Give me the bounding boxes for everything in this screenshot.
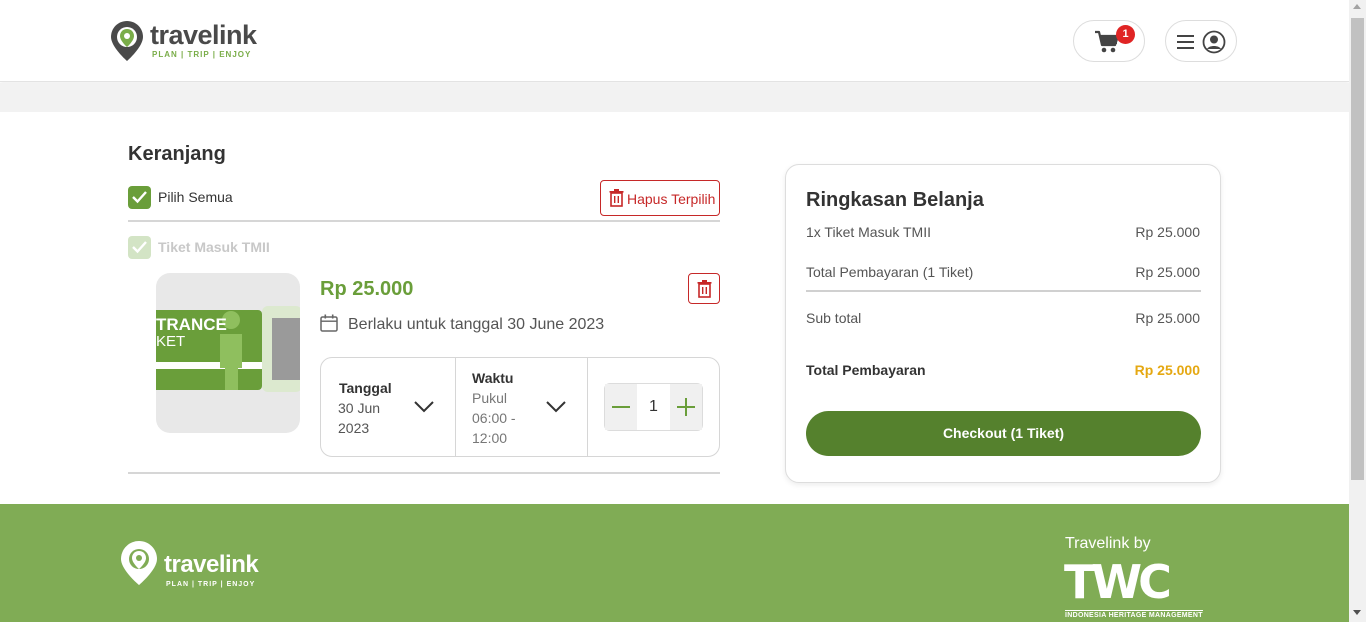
- scroll-up-arrow-icon[interactable]: [1353, 4, 1361, 9]
- twc-logo-subtitle: INDONESIA HERITAGE MANAGEMENT: [1065, 610, 1203, 619]
- cart-footer-divider: [128, 472, 720, 474]
- summary-title: Ringkasan Belanja: [806, 189, 984, 211]
- order-summary-card: Ringkasan Belanja 1x Tiket Masuk TMII Rp…: [785, 164, 1221, 483]
- twc-logo: TWC: [1064, 555, 1172, 609]
- logo-tagline: PLAN | TRIP | ENJOY: [152, 50, 252, 59]
- summary-grand-total-label: Total Pembayaran: [806, 362, 926, 378]
- item-price: Rp 25.000: [320, 278, 414, 300]
- summary-subtotal-label: Sub total: [806, 310, 862, 326]
- time-value: 06:00 -: [472, 410, 516, 426]
- cart-count-badge: 1: [1116, 25, 1135, 44]
- summary-grand-total-value: Rp 25.000: [1134, 362, 1200, 378]
- check-icon: [132, 191, 147, 204]
- hamburger-icon: [1177, 35, 1194, 49]
- quantity-value[interactable]: 1: [637, 398, 670, 416]
- item-options-box: Tanggal 30 Jun 2023 Waktu Pukul 06:00 - …: [320, 357, 720, 457]
- check-icon: [132, 241, 147, 254]
- scrollbar-thumb[interactable]: [1351, 18, 1364, 480]
- time-value: 12:00: [472, 430, 508, 446]
- cart-title: Keranjang: [128, 143, 226, 165]
- validity-date-text: Berlaku untuk tanggal 30 June 2023: [348, 316, 605, 333]
- site-footer: travelink PLAN | TRIP | ENJOY Travelink …: [0, 504, 1349, 622]
- product-group-label: Tiket Masuk TMII: [158, 239, 270, 255]
- site-header: travelink PLAN | TRIP | ENJOY 1: [0, 0, 1349, 82]
- user-circle-icon: [1202, 30, 1226, 54]
- chevron-down-icon: [414, 401, 434, 413]
- summary-subtotal-value: Rp 25.000: [1135, 310, 1200, 326]
- product-group-checkbox[interactable]: [128, 236, 151, 259]
- ticket-image-text: KET: [156, 333, 186, 350]
- checkout-button[interactable]: Checkout (1 Tiket): [806, 411, 1201, 456]
- quantity-decrease-button[interactable]: [605, 384, 637, 430]
- account-menu-button[interactable]: [1165, 20, 1237, 62]
- time-label: Waktu: [472, 370, 514, 386]
- header-spacer-band: [0, 83, 1349, 112]
- footer-travelink-logo[interactable]: travelink PLAN | TRIP | ENJOY: [120, 540, 259, 590]
- summary-total-payment-value: Rp 25.000: [1135, 264, 1200, 280]
- time-value: Pukul: [472, 390, 508, 406]
- cart-button[interactable]: 1: [1073, 20, 1145, 62]
- summary-divider: [806, 290, 1201, 292]
- calendar-icon: [320, 314, 338, 332]
- trash-icon: [609, 189, 624, 207]
- select-all-checkbox[interactable]: [128, 186, 151, 209]
- plus-icon: [677, 398, 695, 416]
- scroll-down-arrow-icon[interactable]: [1353, 610, 1361, 615]
- minus-icon: [612, 406, 630, 408]
- ticket-image-text: TRANCE: [156, 315, 227, 334]
- location-pin-icon: [111, 21, 143, 61]
- footer-logo-wordmark: travelink: [164, 551, 259, 578]
- quantity-increase-button[interactable]: [670, 384, 702, 430]
- cart-header-divider: [128, 220, 720, 222]
- logo-wordmark: travelink: [150, 20, 257, 50]
- footer-logo-tagline: PLAN | TRIP | ENJOY: [166, 581, 256, 588]
- quantity-stepper: 1: [604, 383, 703, 431]
- delete-selected-button[interactable]: Hapus Terpilih: [600, 180, 720, 216]
- date-value: 2023: [338, 420, 370, 436]
- delete-selected-label: Hapus Terpilih: [627, 191, 716, 207]
- location-pin-icon: [121, 541, 157, 585]
- partner-by-text: Travelink by: [1065, 535, 1151, 552]
- chevron-down-icon: [546, 401, 566, 413]
- date-label: Tanggal: [339, 380, 392, 396]
- summary-line-item-value: Rp 25.000: [1135, 224, 1200, 240]
- delete-item-button[interactable]: [688, 273, 720, 304]
- travelink-logo[interactable]: travelink PLAN | TRIP | ENJOY: [110, 20, 257, 62]
- date-value: 30 Jun: [338, 400, 381, 416]
- summary-total-payment-label: Total Pembayaran (1 Tiket): [806, 264, 974, 280]
- select-all-label: Pilih Semua: [158, 189, 233, 205]
- summary-line-item-label: 1x Tiket Masuk TMII: [806, 224, 931, 240]
- ticket-thumbnail: TRANCE KET: [156, 273, 300, 433]
- trash-icon: [697, 280, 712, 298]
